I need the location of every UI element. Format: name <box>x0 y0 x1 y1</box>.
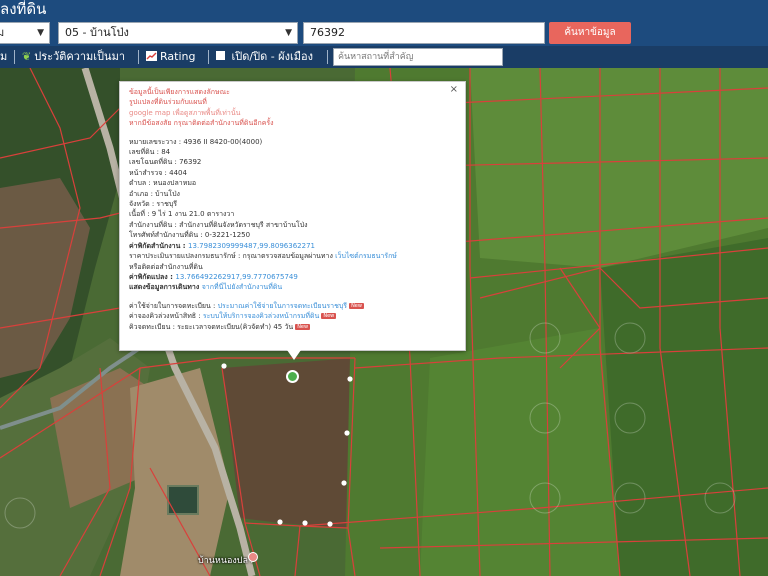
new-badge: New <box>321 313 337 320</box>
chevron-down-icon: ▼ <box>285 28 292 38</box>
warning-line-3: google map เพื่อดูสภาพพื้นที่เท่านั้น <box>129 108 241 117</box>
location-pin-icon[interactable] <box>286 370 299 383</box>
history-button[interactable]: ❦ ประวัติความเป็นมา <box>22 46 125 68</box>
toggle-city-plan-button[interactable]: เปิด/ปิด - ผังเมือง <box>216 46 313 68</box>
deed-number: เลขโฉนดที่ดิน : 76392 <box>129 158 202 167</box>
map-sheet-number: หมายเลขระวาง : 4936 II 8420-00(4000) <box>129 137 263 146</box>
survey-page: หน้าสำรวจ : 4404 <box>129 168 187 177</box>
parcel-number-input[interactable]: 76392 <box>303 22 545 44</box>
app-title: ลงที่ดิน <box>0 0 47 18</box>
office-coordinate: ค่าพิกัดสำนักงาน : 13.7982309999487,99.8… <box>129 241 456 251</box>
district-select-value: ม <box>0 26 5 39</box>
subdistrict-select[interactable]: 05 - บ้านโป่ง ▼ <box>58 22 298 44</box>
map-pond <box>167 485 199 515</box>
registration-fee-link[interactable]: ประมาณค่าใช้จ่ายในการจดทะเบียนราชบุรี <box>218 302 347 310</box>
district-value: อำเภอ : บ้านโป่ง <box>129 189 180 198</box>
toolbar-divider <box>327 50 328 64</box>
registration-queue-text: คิวจดทะเบียน : ระยะเวลาจดทะเบียน(คิวจัดท… <box>129 322 294 331</box>
route-to-office-link[interactable]: จากที่นี่ไปยังสำนักงานที่ดิน <box>202 283 282 291</box>
map-field-block <box>600 238 768 576</box>
office-coordinate-link[interactable]: 13.7982309999487,99.8096362271 <box>188 242 315 250</box>
new-badge: New <box>349 302 364 309</box>
province-value: จังหวัด : ราชบุรี <box>129 200 178 209</box>
subdistrict-value: ตำบล : หนองปลาหมอ <box>129 179 197 188</box>
toolbar-divider <box>14 50 15 64</box>
area-value: เนื้อที่ : 9 ไร่ 1 งาน 21.0 ตารางวา <box>129 210 235 219</box>
map-field-block <box>420 328 620 576</box>
route-info: แสดงข้อมูลการเดินทาง จากที่นี่ไปยังสำนัก… <box>129 282 456 292</box>
place-search-input[interactable]: ค้นหาสถานที่สำคัญ <box>333 48 503 66</box>
treasury-website-link[interactable]: เว็บไซต์กรมธนารักษ์ <box>335 252 397 260</box>
land-office: สำนักงานที่ดิน : สำนักงานที่ดินจังหวัดรา… <box>129 220 308 229</box>
sprout-icon: ❦ <box>22 50 32 63</box>
chevron-down-icon: ▼ <box>37 28 44 38</box>
popup-pointer <box>287 350 301 360</box>
warning-line-4: หากมีข้อสงสัย กรุณาติดต่อสำนักงานที่ดินอ… <box>129 119 274 128</box>
appraisal-price-label: ราคาประเมินรายแปลงกรมธนารักษ์ : กรุณาตรว… <box>129 252 336 261</box>
appraisal-price: ราคาประเมินรายแปลงกรมธนารักษ์ : กรุณาตรว… <box>129 251 456 261</box>
registration-queue: คิวจดทะเบียน : ระยะเวลาจดทะเบียน(คิวจัดท… <box>129 322 456 332</box>
toolbar-divider <box>138 50 139 64</box>
contact-office-text: หรือติดต่อสำนักงานที่ดิน <box>129 262 203 271</box>
land-number: เลขที่ดิน : 84 <box>129 148 171 157</box>
district-select[interactable]: ม ▼ <box>0 22 50 44</box>
parcel-info-popup: × ข้อมูลนี้เป็นเพียงการแสดงลักษณะ รูปแปล… <box>119 81 466 351</box>
toolbar-item-first[interactable]: ม <box>0 46 7 68</box>
toggle-city-plan-label: เปิด/ปิด - ผังเมือง <box>231 50 314 63</box>
checkbox-icon <box>216 46 225 68</box>
parcel-coordinate-link[interactable]: 13.766492262917,99.7770675749 <box>175 273 297 281</box>
queue-booking: ค่าจองคิวล่วงหน้าสิทธิ : ระบบให้บริการจอ… <box>129 311 456 321</box>
rating-button[interactable]: Rating <box>146 46 195 68</box>
land-office-phone: โทรศัพท์สำนักงานที่ดิน : 0-3221-1250 <box>129 231 251 240</box>
parcel-coordinate-label: ค่าพิกัดแปลง : <box>129 272 176 281</box>
rating-label: Rating <box>160 50 196 63</box>
village-label: บ้านหนองปลา <box>198 556 254 566</box>
queue-booking-label: ค่าจองคิวล่วงหน้าสิทธิ : <box>129 312 203 321</box>
close-icon[interactable]: × <box>450 85 458 95</box>
warning-line-2: รูปแปลงที่ดินร่วมกับแผนที่ <box>129 98 207 107</box>
new-badge: New <box>295 323 311 330</box>
toolbar-divider <box>208 50 209 64</box>
place-icon[interactable] <box>248 552 258 562</box>
queue-booking-link[interactable]: ระบบให้บริการจองคิวล่วงหน้ากรมที่ดิน <box>203 312 319 320</box>
route-label: แสดงข้อมูลการเดินทาง <box>129 283 202 292</box>
history-label: ประวัติความเป็นมา <box>34 50 125 63</box>
office-coordinate-label: ค่าพิกัดสำนักงาน : <box>129 241 189 250</box>
registration-fee-label: ค่าใช้จ่ายในการจดทะเบียน : <box>129 301 218 310</box>
top-header: ลงที่ดิน ม ▼ 05 - บ้านโป่ง ▼ 76392 ค้นหา… <box>0 0 768 46</box>
search-button[interactable]: ค้นหาข้อมูล <box>549 22 631 44</box>
subdistrict-select-value: 05 - บ้านโป่ง <box>65 26 129 39</box>
warning-line-1: ข้อมูลนี้เป็นเพียงการแสดงลักษณะ <box>129 88 230 96</box>
parcel-coordinate: ค่าพิกัดแปลง : 13.766492262917,99.777067… <box>129 272 456 282</box>
chart-icon <box>146 46 157 68</box>
registration-fee: ค่าใช้จ่ายในการจดทะเบียน : ประมาณค่าใช้จ… <box>129 301 456 311</box>
